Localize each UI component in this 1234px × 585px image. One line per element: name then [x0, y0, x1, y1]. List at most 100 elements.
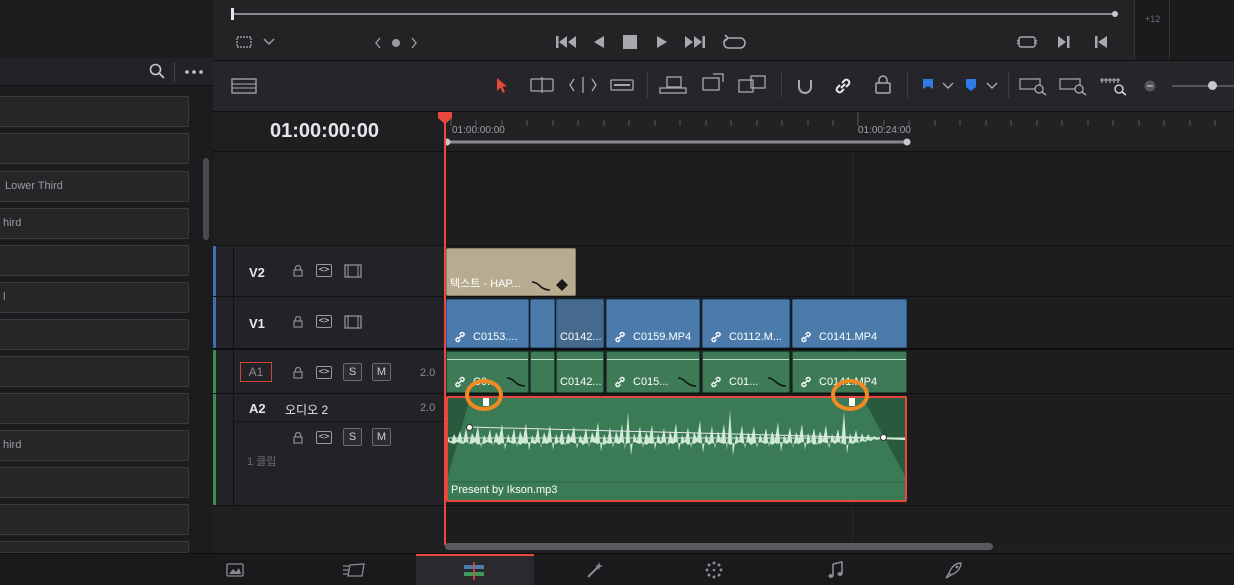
track-visibility-icon[interactable]	[344, 264, 362, 278]
replace-clip-icon[interactable]	[737, 73, 769, 97]
effect-item[interactable]	[0, 245, 189, 276]
playhead-line[interactable]	[444, 116, 446, 545]
tab-cut[interactable]	[296, 554, 414, 585]
zoom-slider-handle[interactable]	[1208, 81, 1217, 90]
effect-item[interactable]: Lower Third	[0, 171, 189, 202]
curve-icon[interactable]	[505, 374, 527, 388]
zoom-out-icon[interactable]	[1144, 80, 1156, 92]
audio-clip[interactable]: C015...	[606, 351, 700, 393]
chevron-down-icon[interactable]	[942, 82, 954, 90]
lock-icon[interactable]	[293, 265, 303, 277]
track-name-badge[interactable]: A1	[240, 362, 272, 382]
track-label[interactable]: 오디오 2	[285, 401, 328, 418]
track-visibility-icon[interactable]	[344, 315, 362, 329]
loop-icon[interactable]	[722, 33, 746, 51]
volume-keyframe[interactable]	[466, 424, 473, 431]
tab-fusion[interactable]	[536, 554, 654, 585]
tab-media[interactable]	[176, 554, 294, 585]
zoom-full-icon[interactable]	[1018, 76, 1048, 96]
next-edit-icon[interactable]	[1057, 34, 1071, 50]
lock-icon[interactable]	[293, 432, 303, 444]
chevron-down-icon[interactable]	[986, 82, 998, 90]
effect-item[interactable]	[0, 356, 189, 387]
zoom-detail-icon[interactable]	[1058, 76, 1088, 96]
mute-button[interactable]: M	[372, 428, 391, 446]
link-icon	[711, 376, 721, 388]
effect-item[interactable]	[0, 467, 189, 498]
lock-icon[interactable]	[293, 367, 303, 379]
effects-scrollbar[interactable]	[203, 158, 209, 240]
auto-select-icon[interactable]: <>	[316, 431, 332, 444]
tab-color[interactable]	[656, 554, 774, 585]
timeline-scrollbar[interactable]	[445, 543, 993, 550]
effect-item[interactable]	[0, 133, 189, 164]
blade-icon[interactable]	[608, 76, 636, 94]
trim-edit-icon[interactable]	[527, 76, 557, 94]
marker-icon[interactable]	[964, 78, 978, 94]
keyframe-icon[interactable]	[555, 278, 569, 292]
snapping-icon[interactable]	[795, 76, 815, 96]
effects-search-bar[interactable]	[0, 58, 213, 86]
previous-edit-icon[interactable]	[1094, 34, 1108, 50]
effect-item[interactable]	[0, 96, 189, 127]
timeline-timecode[interactable]: 01:00:00:00	[270, 120, 390, 143]
effect-item[interactable]	[0, 319, 189, 350]
go-to-end-icon[interactable]	[684, 34, 706, 50]
effect-item[interactable]	[0, 541, 189, 553]
solo-button[interactable]: S	[343, 363, 362, 381]
crop-icon[interactable]	[235, 35, 253, 49]
curve-icon[interactable]	[766, 374, 788, 388]
overwrite-clip-icon[interactable]	[699, 73, 727, 95]
search-icon[interactable]	[149, 63, 165, 79]
solo-button[interactable]: S	[343, 428, 362, 446]
auto-select-icon[interactable]: <>	[316, 366, 332, 379]
zoom-slider[interactable]	[1172, 85, 1234, 87]
curve-icon[interactable]	[530, 278, 552, 292]
video-clip[interactable]: C0159.MP4	[606, 299, 700, 348]
insert-clip-icon[interactable]	[658, 74, 688, 96]
clip-nav-icon[interactable]	[374, 36, 418, 50]
tab-fairlight[interactable]	[776, 554, 894, 585]
viewer-scrub-bar[interactable]	[233, 13, 1115, 15]
dynamic-trim-icon[interactable]	[568, 76, 598, 94]
viewer-scrub-handle[interactable]	[231, 8, 234, 20]
audio-clip[interactable]: C0142...	[556, 351, 604, 393]
flag-icon[interactable]	[921, 78, 935, 94]
selection-arrow-icon[interactable]	[494, 76, 510, 94]
audio-clip[interactable]: C01...	[702, 351, 790, 393]
auto-select-icon[interactable]: <>	[316, 264, 332, 277]
play-icon[interactable]	[655, 34, 669, 50]
effect-item[interactable]: l	[0, 282, 189, 313]
mute-button[interactable]: M	[372, 363, 391, 381]
effect-item[interactable]: hird	[0, 208, 189, 239]
chevron-down-icon[interactable]	[263, 38, 275, 46]
position-lock-icon[interactable]	[873, 75, 893, 95]
effect-item[interactable]	[0, 504, 189, 535]
zoom-custom-icon[interactable]	[1098, 76, 1128, 96]
tab-deliver[interactable]	[896, 554, 1014, 585]
linked-selection-icon[interactable]	[833, 76, 853, 96]
timeline-ruler[interactable]: 01:00:00:00 01:00:24:00	[445, 112, 1234, 152]
go-to-start-icon[interactable]	[555, 34, 577, 50]
curve-icon[interactable]	[676, 374, 698, 388]
audio-clip[interactable]	[530, 351, 555, 393]
effect-item[interactable]	[0, 393, 189, 424]
volume-keyframe[interactable]	[880, 434, 887, 441]
tab-edit[interactable]	[416, 554, 534, 585]
stop-icon[interactable]	[623, 35, 637, 49]
auto-select-icon[interactable]: <>	[316, 315, 332, 328]
lock-icon[interactable]	[293, 316, 303, 328]
effect-item[interactable]: hird	[0, 430, 189, 461]
playhead-handle[interactable]	[438, 112, 452, 124]
music-clip[interactable]: Present by Ikson.mp3	[446, 396, 907, 502]
more-options-icon[interactable]	[184, 69, 204, 75]
video-clip[interactable]: C0153....	[446, 299, 529, 348]
video-clip[interactable]: C0142...	[556, 299, 604, 348]
title-clip[interactable]: 텍스트 - HAP...	[446, 248, 576, 296]
video-clip[interactable]: C0112.M...	[702, 299, 790, 348]
video-clip[interactable]: C0141.MP4	[792, 299, 907, 348]
match-frame-icon[interactable]	[1016, 34, 1038, 50]
video-clip[interactable]	[530, 299, 555, 348]
timeline-view-icon[interactable]	[231, 78, 257, 94]
reverse-play-icon[interactable]	[592, 34, 606, 50]
